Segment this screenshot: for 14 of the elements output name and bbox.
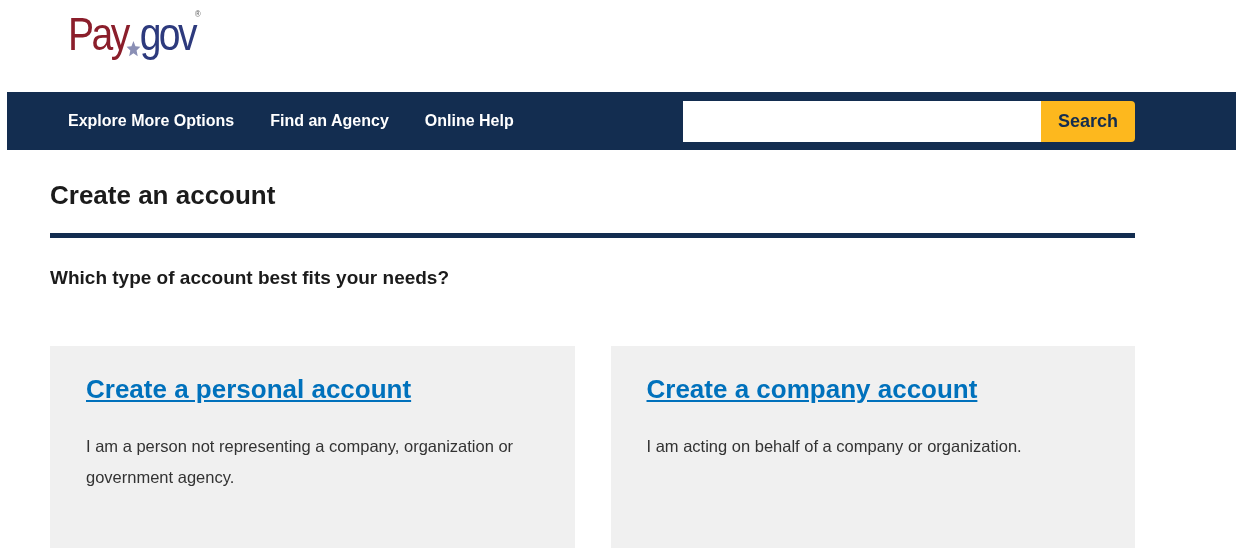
card-description: I am acting on behalf of a company or organization. [646,436,1023,457]
page-title: Create an account [50,179,277,212]
nav-link[interactable]: Explore More Options [68,112,235,130]
search-button[interactable]: Search [1041,100,1135,142]
registered-mark: ® [195,8,201,21]
nav-link[interactable]: Find an Agency [270,112,389,130]
account-link[interactable]: Create a company account [646,374,978,404]
question-text: Which type of account best fits your needs? [50,266,451,290]
logo-text: Pay [68,7,128,62]
card-description: I am a person not representing a company, organization or government agency. [86,436,515,488]
logo-text: gov [139,7,195,62]
search-field[interactable] [683,100,1041,142]
account-link[interactable]: Create a personal account [86,374,412,404]
nav-link[interactable]: Online Help [424,112,514,130]
